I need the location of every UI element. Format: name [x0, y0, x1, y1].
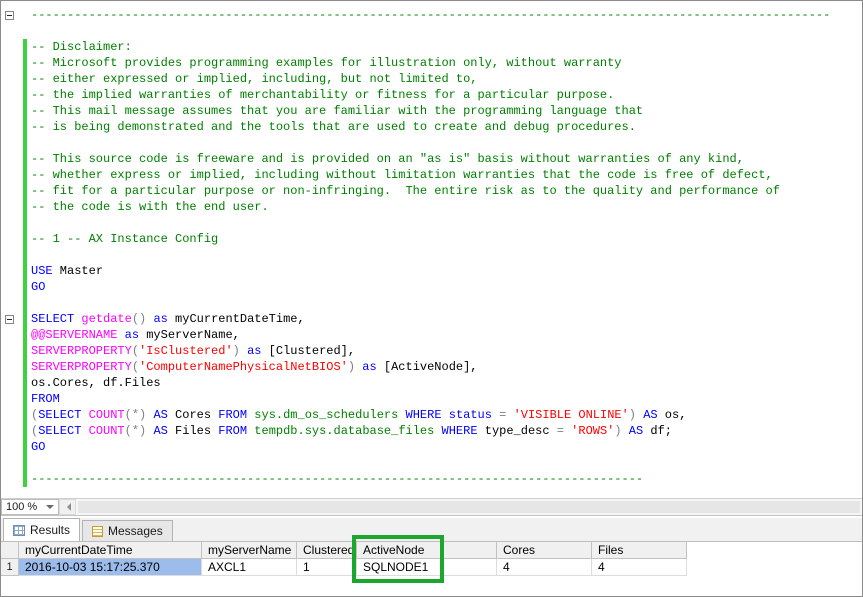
horizontal-scrollbar[interactable] — [76, 499, 862, 515]
code-line: -- Microsoft provides programming exampl… — [31, 55, 862, 71]
results-pane: Results Messages myCurrentDateTimemyServ… — [1, 518, 862, 596]
grid-header-cell[interactable]: myCurrentDateTime — [19, 542, 202, 559]
code-line: -- the code is with the end user. — [31, 199, 862, 215]
collapse-toggle-icon[interactable] — [5, 315, 14, 324]
tab-messages[interactable]: Messages — [82, 520, 173, 541]
grid-cell[interactable]: AXCL1 — [202, 559, 297, 576]
tab-results-label: Results — [30, 523, 70, 537]
code-line — [31, 455, 862, 471]
tab-results[interactable]: Results — [3, 518, 80, 541]
sql-editor[interactable]: ----------------------------------------… — [1, 1, 862, 498]
code-line: -- This source code is freeware and is p… — [31, 151, 862, 167]
code-line: @@SERVERNAME as myServerName, — [31, 327, 862, 343]
code-line: GO — [31, 439, 862, 455]
code-line: -- 1 -- AX Instance Config — [31, 231, 862, 247]
code-line: -- is being demonstrated and the tools t… — [31, 119, 862, 135]
code-line: (SELECT COUNT(*) AS Cores FROM sys.dm_os… — [31, 407, 862, 423]
grid-cell[interactable]: 2016-10-03 15:17:25.370 — [19, 559, 202, 576]
code-line — [31, 247, 862, 263]
tab-messages-label: Messages — [108, 524, 163, 538]
grid-cell[interactable]: 4 — [497, 559, 592, 576]
code-line: -- either expressed or implied, includin… — [31, 71, 862, 87]
code-line: ----------------------------------------… — [31, 7, 862, 23]
code-line: SERVERPROPERTY('IsClustered') as [Cluste… — [31, 343, 862, 359]
grid-cell[interactable]: 4 — [592, 559, 687, 576]
code-line: (SELECT COUNT(*) AS Files FROM tempdb.sy… — [31, 423, 862, 439]
grid-cell[interactable]: 1 — [297, 559, 357, 576]
code-line: GO — [31, 279, 862, 295]
messages-icon — [92, 526, 103, 537]
results-grid: myCurrentDateTimemyServerNameClusteredAc… — [1, 542, 687, 576]
chevron-down-icon — [46, 505, 54, 513]
scroll-left-icon — [63, 503, 71, 511]
grid-header-cell[interactable]: Files — [592, 542, 687, 559]
grid-header-cell[interactable]: Cores — [497, 542, 592, 559]
row-header[interactable]: 1 — [1, 559, 19, 576]
code-area[interactable]: ----------------------------------------… — [31, 7, 862, 487]
results-grid-icon — [13, 525, 25, 536]
grid-corner[interactable] — [1, 542, 19, 559]
collapse-toggle-icon[interactable] — [5, 11, 14, 20]
grid-cell[interactable]: SQLNODE1 — [357, 559, 497, 576]
code-line: -- fit for a particular purpose or non-i… — [31, 183, 862, 199]
zoom-control[interactable]: 100 % — [1, 499, 59, 515]
code-line — [31, 215, 862, 231]
grid-header-row: myCurrentDateTimemyServerNameClusteredAc… — [1, 542, 687, 559]
code-line: ----------------------------------------… — [31, 471, 862, 487]
code-line: SELECT getdate() as myCurrentDateTime, — [31, 311, 862, 327]
code-line: -- Disclaimer: — [31, 39, 862, 55]
code-line: USE Master — [31, 263, 862, 279]
code-line — [31, 295, 862, 311]
code-line: SERVERPROPERTY('ComputerNamePhysicalNetB… — [31, 359, 862, 375]
code-line: os.Cores, df.Files — [31, 375, 862, 391]
zoom-value: 100 % — [6, 501, 37, 513]
grid-header-cell[interactable]: ActiveNode — [357, 542, 497, 559]
grid-header-cell[interactable]: myServerName — [202, 542, 297, 559]
code-line — [31, 23, 862, 39]
scroll-left-button[interactable] — [59, 499, 76, 515]
code-line — [31, 135, 862, 151]
change-tracking-bar — [23, 39, 27, 487]
code-line: -- This mail message assumes that you ar… — [31, 103, 862, 119]
grid-header-cell[interactable]: Clustered — [297, 542, 357, 559]
code-line: -- the implied warranties of merchantabi… — [31, 87, 862, 103]
editor-statusbar: 100 % — [1, 498, 862, 516]
grid-row: 12016-10-03 15:17:25.370AXCL11SQLNODE144 — [1, 559, 687, 576]
code-line: FROM — [31, 391, 862, 407]
code-line: -- whether express or implied, including… — [31, 167, 862, 183]
scrollbar-thumb[interactable] — [78, 501, 860, 513]
ssms-query-window: ----------------------------------------… — [0, 0, 863, 597]
results-tabstrip: Results Messages — [1, 518, 862, 542]
